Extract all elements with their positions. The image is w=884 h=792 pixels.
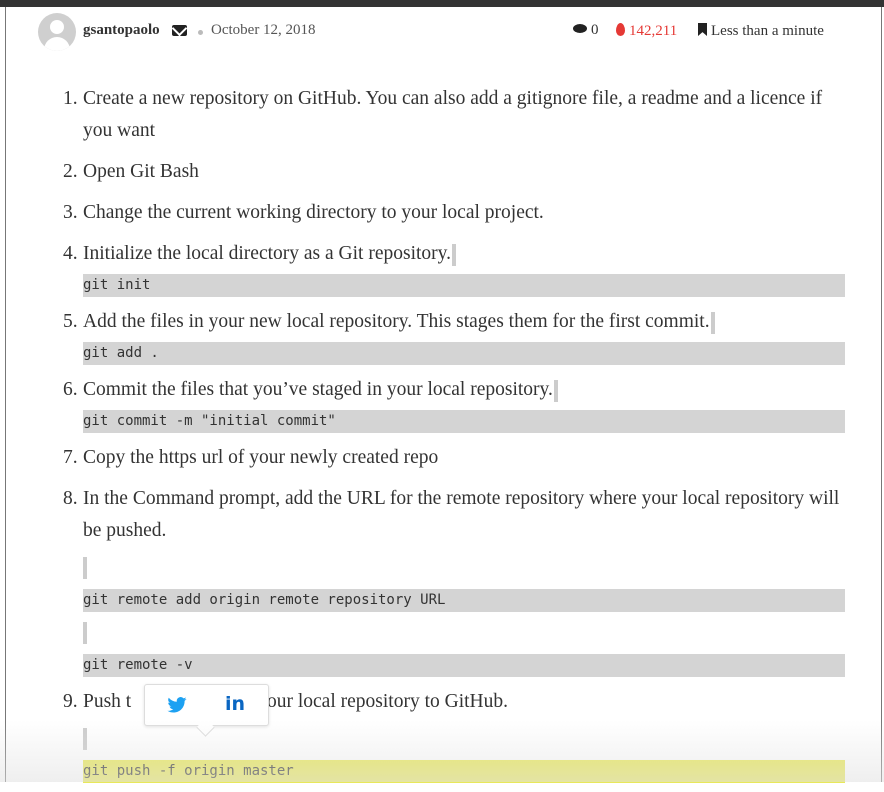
code-snippet[interactable]: git remote -v [83, 654, 845, 677]
list-item: 3. Change the current working directory … [63, 202, 544, 223]
text-cursor [83, 728, 87, 750]
share-popup: in [144, 684, 269, 726]
comment-icon [573, 24, 587, 33]
list-item: 6. Commit the files that you’ve staged i… [55, 374, 845, 433]
bookmark-icon [698, 23, 707, 36]
list-item: 2. Open Git Bash [63, 161, 199, 182]
avatar[interactable] [38, 13, 76, 51]
flame-icon [616, 23, 625, 36]
twitter-icon[interactable] [167, 697, 187, 716]
linkedin-icon[interactable]: in [225, 693, 245, 715]
post-date: October 12, 2018 [211, 22, 316, 38]
text-cursor [83, 557, 87, 579]
text-cursor [452, 243, 457, 266]
top-border [0, 0, 884, 7]
code-snippet[interactable]: git remote add origin remote repository … [83, 589, 845, 612]
list-item: 4. Initialize the local directory as a G… [55, 238, 845, 297]
list-item: 8. In the Command prompt, add the URL fo… [55, 483, 845, 677]
list-item: 5. Add the files in your new local repos… [55, 306, 845, 365]
views-count: 142,211 [616, 22, 677, 40]
code-snippet[interactable]: git init [83, 274, 845, 297]
read-time: Less than a minute [698, 22, 824, 40]
list-item: 1. Create a new repository on GitHub. Yo… [63, 88, 823, 141]
code-snippet[interactable]: git add . [83, 342, 845, 365]
post-meta: gsantopaolo October 12, 2018 0 142,211 L… [38, 12, 840, 52]
code-snippet[interactable]: git commit -m "initial commit" [83, 410, 845, 433]
text-cursor [710, 311, 715, 334]
text-cursor [83, 622, 87, 644]
comments-count[interactable]: 0 [573, 22, 599, 39]
code-snippet-highlighted[interactable]: git push -f origin master [83, 760, 845, 783]
envelope-icon[interactable] [172, 25, 187, 36]
separator-dot [198, 30, 203, 35]
list-item: 7. Copy the https url of your newly crea… [63, 447, 439, 468]
text-cursor [553, 379, 558, 402]
author-link[interactable]: gsantopaolo [83, 22, 160, 39]
